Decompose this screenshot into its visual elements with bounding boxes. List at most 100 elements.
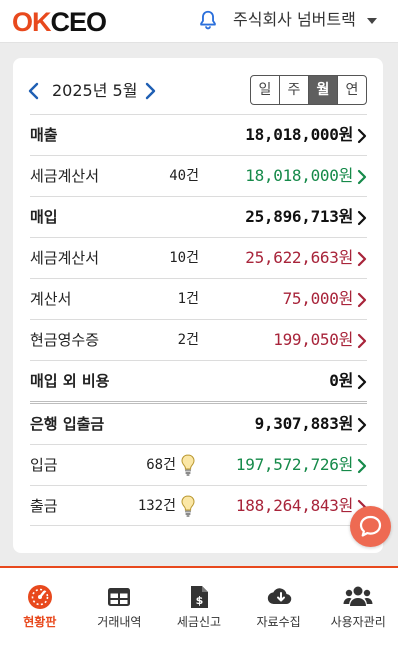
summary-row[interactable]: 출금 132건 188,264,843원 <box>30 485 367 526</box>
summary-row[interactable]: 세금계산서 10건 25,622,663원 <box>30 237 367 278</box>
chat-button[interactable] <box>350 506 391 547</box>
tax-file-icon: $ <box>190 586 208 608</box>
chevron-right-icon[interactable] <box>357 292 367 308</box>
chevron-right-icon[interactable] <box>357 128 367 144</box>
row-label: 계산서 <box>30 290 72 308</box>
count-value: 40 <box>169 168 187 184</box>
row-label: 출금 <box>30 497 58 515</box>
summary-row[interactable]: 매입 25,896,713원 <box>30 196 367 237</box>
period-label: 2025년 5월 <box>52 81 138 100</box>
row-label: 세금계산서 <box>30 249 100 267</box>
tab-data-collection[interactable]: 자료수집 <box>239 568 319 646</box>
dashboard-icon <box>27 585 52 609</box>
summary-row[interactable]: 계산서 1건 75,000원 <box>30 278 367 319</box>
row-count: 68건 <box>146 445 176 485</box>
row-amount: 0원 <box>329 361 353 401</box>
amount-value: 0 <box>329 371 339 390</box>
tab-label: 사용자관리 <box>330 615 386 629</box>
logo-ceo: CEO <box>50 7 108 37</box>
summary-row[interactable]: 입금 68건 197,572,726원 <box>30 444 367 485</box>
row-amount: 18,018,000원 <box>245 115 353 155</box>
row-amount: 18,018,000원 <box>245 156 353 196</box>
count-value: 2 <box>177 332 187 348</box>
amount-value: 25,622,663 <box>245 248 339 267</box>
count-unit: 건 <box>186 250 199 266</box>
row-count: 40건 <box>169 156 199 196</box>
row-label: 은행 입출금 <box>30 415 105 433</box>
row-label: 매입 외 비용 <box>30 372 110 390</box>
amount-value: 25,896,713 <box>245 207 339 226</box>
cloud-download-icon <box>267 588 291 605</box>
amount-unit: 원 <box>338 289 354 308</box>
summary-rows: 매출 18,018,000원 세금계산서 40건 18,018,000원 매입 25,896… <box>30 114 367 526</box>
tab-label: 세금신고 <box>176 615 222 629</box>
chevron-right-icon[interactable] <box>357 251 367 267</box>
amount-unit: 원 <box>338 455 354 474</box>
chevron-down-icon[interactable] <box>367 18 377 24</box>
chevron-right-icon[interactable] <box>143 82 157 100</box>
amount-unit: 원 <box>338 125 354 144</box>
amount-unit: 원 <box>338 414 354 433</box>
tab-transactions[interactable]: 거래내역 <box>80 568 160 646</box>
row-amount: 197,572,726원 <box>236 445 353 485</box>
chevron-right-icon[interactable] <box>357 374 367 390</box>
amount-value: 188,264,843 <box>235 496 339 515</box>
lightbulb-icon[interactable] <box>179 453 197 477</box>
count-value: 1 <box>177 291 187 307</box>
amount-value: 9,307,883 <box>254 414 339 433</box>
bell-icon[interactable] <box>197 9 219 31</box>
tab-dashboard[interactable]: 현황판 <box>0 568 80 646</box>
chat-icon <box>359 515 382 537</box>
bottom-tab-bar: 현황판 거래내역 $ 세금신고 자료수집 사용자관리 <box>0 566 398 646</box>
row-count: 1건 <box>178 279 199 319</box>
segment-year[interactable]: 연 <box>337 76 366 104</box>
row-label: 매입 <box>30 208 58 226</box>
amount-value: 197,572,726 <box>235 455 339 474</box>
users-icon <box>343 586 373 606</box>
chevron-left-icon[interactable] <box>27 82 41 100</box>
table-icon <box>108 588 131 606</box>
summary-row[interactable]: 세금계산서 40건 18,018,000원 <box>30 155 367 196</box>
segment-day[interactable]: 일 <box>251 76 279 104</box>
chevron-right-icon[interactable] <box>357 333 367 349</box>
svg-text:$: $ <box>196 594 204 607</box>
amount-unit: 원 <box>338 207 354 226</box>
okceo-logo[interactable]: OKCEO <box>12 7 108 37</box>
count-unit: 건 <box>186 332 199 348</box>
row-amount: 25,622,663원 <box>245 238 353 278</box>
amount-unit: 원 <box>338 330 354 349</box>
row-amount: 75,000원 <box>282 279 354 319</box>
chevron-right-icon[interactable] <box>357 458 367 474</box>
chevron-right-icon[interactable] <box>357 210 367 226</box>
period-toggle: 일주월연 <box>250 75 367 105</box>
count-unit: 건 <box>186 168 199 184</box>
company-selector[interactable]: 주식회사 넘버트랙 <box>233 9 356 31</box>
segment-week[interactable]: 주 <box>279 76 308 104</box>
lightbulb-icon[interactable] <box>179 494 197 518</box>
row-label: 현금영수증 <box>30 331 100 349</box>
summary-row[interactable]: 매입 외 비용 0원 <box>30 360 367 401</box>
row-label: 매출 <box>30 126 58 144</box>
row-amount: 188,264,843원 <box>236 486 353 526</box>
tab-label: 거래내역 <box>97 615 142 629</box>
count-value: 10 <box>169 250 187 266</box>
amount-unit: 원 <box>338 248 354 267</box>
summary-card: 2025년 5월 일주월연 매출 18,018,000원 세금계산서 40건 18,01… <box>13 58 383 553</box>
summary-row[interactable]: 매출 18,018,000원 <box>30 114 367 155</box>
summary-row[interactable]: 현금영수증 2건 199,050원 <box>30 319 367 360</box>
count-value: 68 <box>146 457 164 473</box>
row-count: 132건 <box>138 486 176 526</box>
amount-value: 199,050 <box>273 330 339 349</box>
row-amount: 25,896,713원 <box>245 197 353 237</box>
tab-tax-filing[interactable]: $ 세금신고 <box>159 568 239 646</box>
row-label: 입금 <box>30 456 58 474</box>
segment-month[interactable]: 월 <box>308 76 337 104</box>
tab-user-management[interactable]: 사용자관리 <box>318 568 398 646</box>
tab-label: 자료수집 <box>256 615 301 629</box>
summary-row[interactable]: 은행 입출금 9,307,883원 <box>30 401 367 444</box>
chevron-right-icon[interactable] <box>357 169 367 185</box>
amount-value: 75,000 <box>282 289 339 308</box>
chevron-right-icon[interactable] <box>357 417 367 433</box>
count-unit: 건 <box>163 498 176 514</box>
amount-value: 18,018,000 <box>245 125 339 144</box>
